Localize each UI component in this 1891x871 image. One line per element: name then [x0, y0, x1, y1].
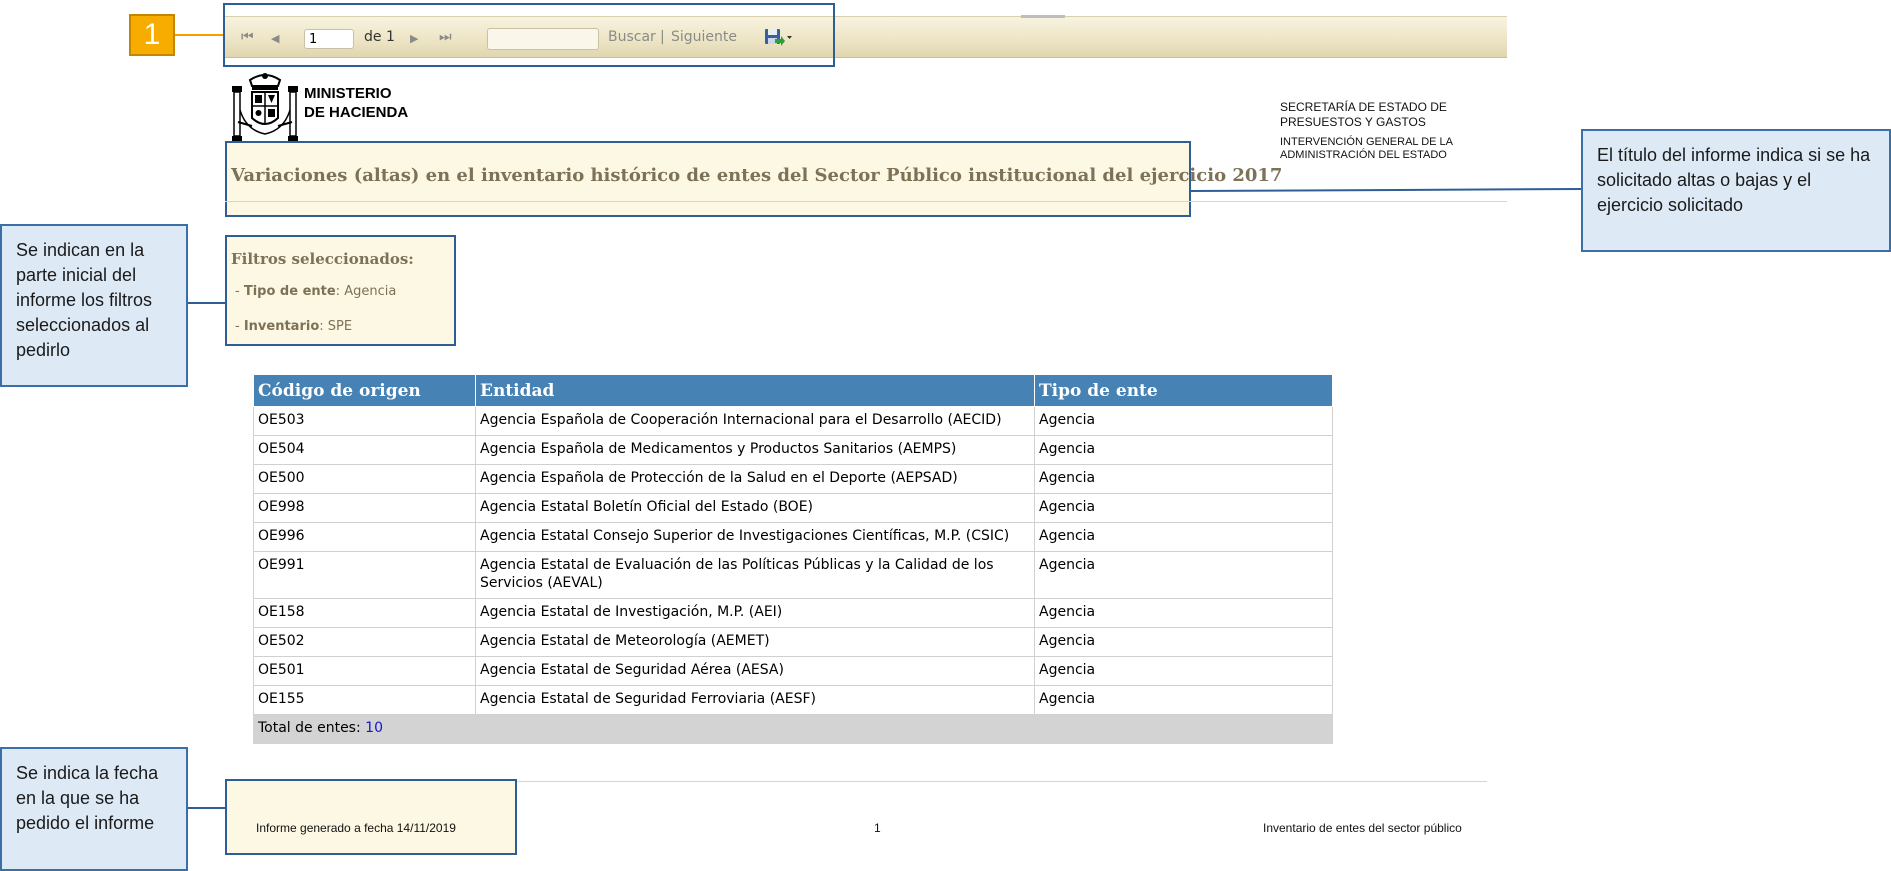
table-row: OE504 Agencia Española de Medicamentos y …	[253, 435, 1333, 465]
cell-codigo: OE991	[253, 551, 476, 599]
total-cell: Total de entes: 10	[253, 714, 1333, 744]
title-divider	[225, 201, 1507, 202]
toolbar-highlight-frame	[223, 3, 835, 67]
table-row: OE996 Agencia Estatal Consejo Superior de…	[253, 522, 1333, 552]
step-badge: 1	[129, 14, 175, 56]
cell-entidad: Agencia Española de Protección de la Sal…	[475, 464, 1035, 494]
secretaria-line-1: SECRETARÍA DE ESTADO DE	[1280, 100, 1447, 114]
cell-tipo: Agencia	[1034, 464, 1333, 494]
cell-entidad: Agencia Estatal Consejo Superior de Inve…	[475, 522, 1035, 552]
table-header-row: Código de origen Entidad Tipo de ente	[253, 374, 1333, 407]
coat-of-arms-logo	[232, 73, 298, 141]
filters-callout: Se indican en la parte inicial del infor…	[0, 224, 188, 387]
cell-entidad: Agencia Española de Cooperación Internac…	[475, 406, 1035, 436]
cell-tipo: Agencia	[1034, 435, 1333, 465]
cell-entidad: Agencia Estatal de Evaluación de las Pol…	[475, 551, 1035, 599]
total-label: Total de entes:	[258, 720, 361, 736]
footer-page-number: 1	[874, 821, 881, 835]
table-row: OE991 Agencia Estatal de Evaluación de la…	[253, 551, 1333, 599]
table-row: OE501 Agencia Estatal de Seguridad Aérea …	[253, 656, 1333, 686]
cell-codigo: OE155	[253, 685, 476, 715]
cell-entidad: Agencia Estatal Boletín Oficial del Esta…	[475, 493, 1035, 523]
cell-tipo: Agencia	[1034, 627, 1333, 657]
toolbar-notch	[1021, 15, 1065, 18]
cell-entidad: Agencia Estatal de Seguridad Aérea (AESA…	[475, 656, 1035, 686]
date-callout-connector	[188, 807, 226, 809]
cell-codigo: OE501	[253, 656, 476, 686]
ministry-line-1: MINISTERIO	[304, 85, 392, 102]
cell-tipo: Agencia	[1034, 522, 1333, 552]
cell-tipo: Agencia	[1034, 656, 1333, 686]
intervencion-line-2: ADMINISTRACIÓN DEL ESTADO	[1280, 149, 1447, 161]
table-row: OE155 Agencia Estatal de Seguridad Ferrov…	[253, 685, 1333, 715]
cell-tipo: Agencia	[1034, 685, 1333, 715]
total-value: 10	[365, 720, 383, 736]
intervencion-line-1: INTERVENCIÓN GENERAL DE LA	[1280, 136, 1453, 148]
title-highlight-frame	[225, 141, 1191, 217]
cell-codigo: OE500	[253, 464, 476, 494]
agency-block: SECRETARÍA DE ESTADO DE PRESUESTOS Y GAS…	[1280, 100, 1453, 162]
entities-table: Código de origen Entidad Tipo de ente OE…	[253, 374, 1333, 744]
cell-codigo: OE503	[253, 406, 476, 436]
filters-highlight-frame	[225, 235, 456, 346]
table-row: OE998 Agencia Estatal Boletín Oficial del…	[253, 493, 1333, 523]
cell-tipo: Agencia	[1034, 493, 1333, 523]
cell-entidad: Agencia Estatal de Seguridad Ferroviaria…	[475, 685, 1035, 715]
column-header-codigo: Código de origen	[253, 374, 476, 407]
cell-codigo: OE502	[253, 627, 476, 657]
cell-codigo: OE504	[253, 435, 476, 465]
cell-tipo: Agencia	[1034, 406, 1333, 436]
cell-codigo: OE996	[253, 522, 476, 552]
badge-connector	[175, 34, 225, 36]
table-row: OE158 Agencia Estatal de Investigación, M…	[253, 598, 1333, 628]
column-header-tipo: Tipo de ente	[1034, 374, 1333, 407]
cell-tipo: Agencia	[1034, 598, 1333, 628]
table-row: OE502 Agencia Estatal de Meteorología (AE…	[253, 627, 1333, 657]
table-row: OE500 Agencia Española de Protección de l…	[253, 464, 1333, 494]
cell-codigo: OE158	[253, 598, 476, 628]
ministry-line-2: DE HACIENDA	[304, 104, 409, 121]
table-row: OE503 Agencia Española de Cooperación Int…	[253, 406, 1333, 436]
cell-tipo: Agencia	[1034, 551, 1333, 599]
secretaria-line-2: PRESUESTOS Y GASTOS	[1280, 115, 1426, 129]
cell-entidad: Agencia Estatal de Investigación, M.P. (…	[475, 598, 1035, 628]
cell-entidad: Agencia Estatal de Meteorología (AEMET)	[475, 627, 1035, 657]
title-callout: El título del informe indica si se ha so…	[1581, 129, 1891, 252]
column-header-entidad: Entidad	[475, 374, 1035, 407]
filters-callout-connector	[188, 302, 226, 304]
cell-codigo: OE998	[253, 493, 476, 523]
title-callout-connector	[1190, 187, 1584, 193]
ministry-name: MINISTERIO DE HACIENDA	[304, 84, 408, 122]
cell-entidad: Agencia Española de Medicamentos y Produ…	[475, 435, 1035, 465]
table-total-row: Total de entes: 10	[253, 714, 1333, 744]
footer-highlight-frame	[225, 779, 517, 855]
date-callout: Se indica la fecha en la que se ha pedid…	[0, 747, 188, 871]
footer-app-name: Inventario de entes del sector público	[1263, 821, 1462, 835]
